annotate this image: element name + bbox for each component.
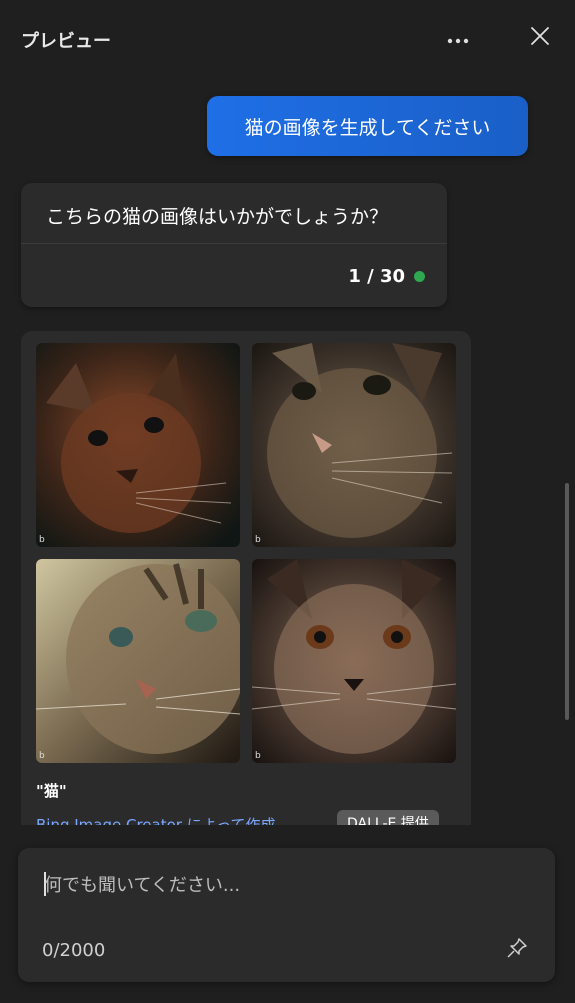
image-prompt-label: "猫" <box>36 782 67 800</box>
cat-image-2[interactable]: b <box>252 343 456 547</box>
text-caret <box>44 872 46 896</box>
chat-input[interactable] <box>42 868 526 902</box>
page-title: プレビュー <box>21 31 111 52</box>
dalle-badge: DALL-E 提供 <box>337 810 439 825</box>
pin-icon <box>505 936 529 964</box>
composer: 0/2000 <box>18 848 555 982</box>
scrollbar-thumb[interactable] <box>565 483 569 720</box>
status-dot-icon <box>414 271 425 282</box>
header: プレビュー <box>0 0 575 78</box>
cat-image-4[interactable]: b <box>252 559 456 763</box>
character-count: 0/2000 <box>42 940 106 961</box>
close-icon <box>530 26 550 50</box>
bing-mark-icon: b <box>255 751 261 761</box>
more-options-button[interactable] <box>441 22 475 54</box>
bot-message-card: こちらの猫の画像はいかがでしょうか？ 1 / 30 <box>21 183 447 307</box>
more-horizontal-icon <box>447 29 469 48</box>
turn-counter: 1 / 30 <box>348 266 405 287</box>
cat-image-1[interactable]: b <box>36 343 240 547</box>
cat-image-3[interactable]: b <box>36 559 240 763</box>
image-result-card: b b b b "猫" Bing Image Creator によって作成 DA… <box>21 331 471 825</box>
user-message-bubble: 猫の画像を生成してください <box>207 96 528 156</box>
bing-mark-icon: b <box>39 751 45 761</box>
bing-mark-icon: b <box>39 535 45 545</box>
divider <box>21 243 447 244</box>
close-button[interactable] <box>524 22 556 54</box>
pin-button[interactable] <box>502 935 532 965</box>
bing-image-creator-link[interactable]: Bing Image Creator によって作成 <box>36 814 276 825</box>
bot-message-text: こちらの猫の画像はいかがでしょうか？ <box>46 206 389 228</box>
bing-mark-icon: b <box>255 535 261 545</box>
